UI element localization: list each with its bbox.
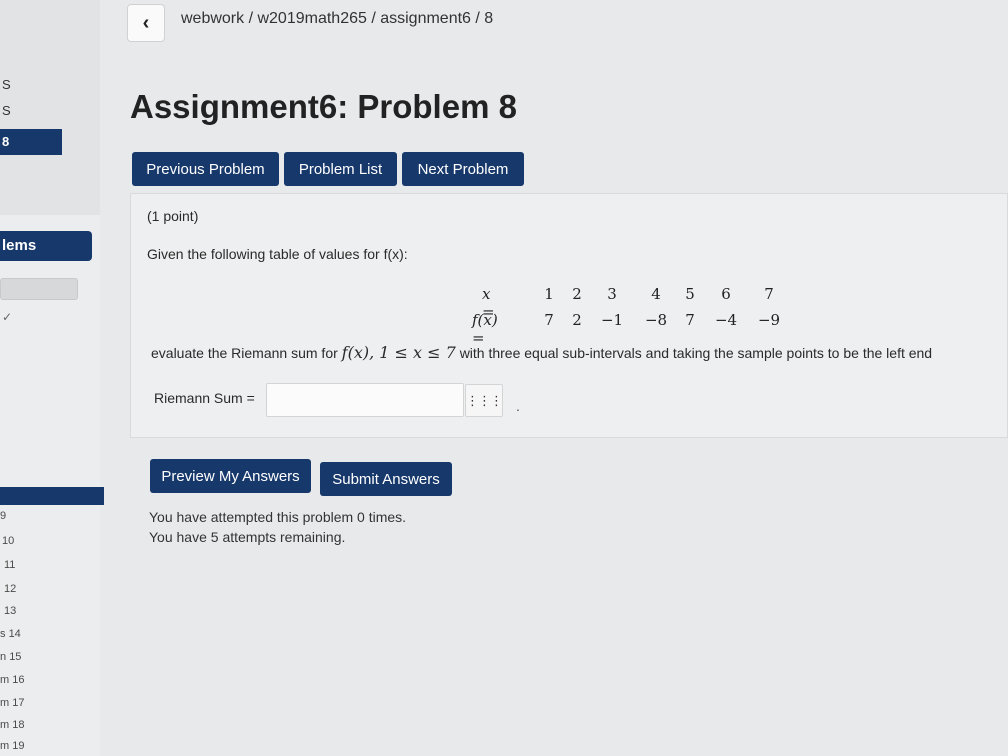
sidebar-prefix: m xyxy=(0,697,10,709)
instruction-suffix: with three equal sub-intervals and takin… xyxy=(459,345,933,361)
remaining-message: You have 5 attempts remaining. xyxy=(149,529,346,545)
sidebar-item-17[interactable]: m 17 xyxy=(0,697,24,709)
sidebar-prefix: m xyxy=(0,719,10,731)
table-cell-fx: 2 xyxy=(572,311,582,329)
table-cell-fx: 7 xyxy=(685,311,695,329)
instruction-math: f(x), 1 ≤ x ≤ 7 xyxy=(341,343,456,362)
sidebar-item-15[interactable]: n 15 xyxy=(0,651,21,663)
sidebar-search-input[interactable] xyxy=(0,278,78,300)
sidebar-prefix: n xyxy=(0,651,7,663)
chevron-left-icon: ‹ xyxy=(142,11,150,34)
answer-period: . xyxy=(516,398,520,414)
sidebar: S S 8 lems ✓ 9 10 11 12 13 s 14 n 15 m 1… xyxy=(0,0,104,756)
sidebar-prefix: m xyxy=(0,674,10,686)
sidebar-letter: S xyxy=(2,77,11,92)
instruction-prefix: evaluate the Riemann sum for xyxy=(151,345,338,361)
table-cell-x: 6 xyxy=(721,285,731,303)
sidebar-top-panel xyxy=(0,0,100,215)
page-title: Assignment6: Problem 8 xyxy=(130,88,517,125)
breadcrumb: webwork / w2019math265 / assignment6 / 8 xyxy=(181,10,494,27)
sidebar-prefix: m xyxy=(0,740,10,752)
problem-instruction: evaluate the Riemann sum for f(x), 1 ≤ x… xyxy=(151,343,932,362)
sidebar-item-19[interactable]: m 19 xyxy=(0,740,24,752)
riemann-sum-input[interactable] xyxy=(266,383,464,417)
sidebar-letter: S xyxy=(2,103,11,118)
table-cell-fx: −1 xyxy=(600,311,624,329)
sidebar-item-13[interactable]: 13 xyxy=(4,605,16,617)
equation-editor-button[interactable]: ⋮⋮⋮ xyxy=(465,384,503,417)
grid-icon: ⋮⋮⋮ xyxy=(466,393,503,408)
preview-answers-button[interactable]: Preview My Answers xyxy=(150,459,311,493)
sidebar-prefix: s xyxy=(0,628,6,640)
sidebar-item-11[interactable]: 11 xyxy=(4,559,15,571)
table-cell-fx: −4 xyxy=(714,311,738,329)
table-cell-x: 1 xyxy=(544,285,554,303)
sidebar-item-14[interactable]: s 14 xyxy=(0,628,21,640)
sidebar-number: 17 xyxy=(12,697,25,709)
sidebar-item-16[interactable]: m 16 xyxy=(0,674,24,686)
sidebar-item-12[interactable]: 12 xyxy=(4,583,16,595)
sidebar-item-10[interactable]: 10 xyxy=(2,535,14,547)
sidebar-number: 15 xyxy=(9,651,22,663)
table-cell-x: 2 xyxy=(572,285,582,303)
table-row-label-fx: f(x) = xyxy=(472,311,498,347)
sidebar-number: 14 xyxy=(8,628,21,640)
sidebar-item-active[interactable] xyxy=(0,487,104,505)
table-cell-fx: −8 xyxy=(644,311,668,329)
sidebar-problems-button[interactable]: lems xyxy=(0,231,92,261)
next-problem-button[interactable]: Next Problem xyxy=(402,152,524,186)
answer-label: Riemann Sum = xyxy=(154,390,255,406)
attempts-message: You have attempted this problem 0 times. xyxy=(149,509,407,525)
submit-answers-button[interactable]: Submit Answers xyxy=(320,462,452,496)
back-button[interactable]: ‹ xyxy=(127,4,165,42)
problem-statement: Given the following table of values for … xyxy=(147,246,408,262)
table-cell-x: 4 xyxy=(651,285,661,303)
previous-problem-button[interactable]: Previous Problem xyxy=(132,152,279,186)
sidebar-item-9[interactable]: 9 xyxy=(0,510,6,522)
sidebar-number: 19 xyxy=(12,740,25,752)
sidebar-number: 16 xyxy=(12,674,25,686)
problem-list-button[interactable]: Problem List xyxy=(284,152,397,186)
sidebar-item-18[interactable]: m 18 xyxy=(0,719,24,731)
table-cell-x: 7 xyxy=(764,285,774,303)
sidebar-item-label: 8 xyxy=(2,134,10,149)
check-icon: ✓ xyxy=(2,310,13,324)
sidebar-item-label: lems xyxy=(2,237,37,254)
problem-points: (1 point) xyxy=(147,208,199,224)
table-cell-fx: 7 xyxy=(544,311,554,329)
sidebar-item-current[interactable]: 8 xyxy=(0,129,62,155)
table-cell-x: 3 xyxy=(607,285,617,303)
sidebar-number: 18 xyxy=(12,719,25,731)
table-cell-fx: −9 xyxy=(757,311,781,329)
table-cell-x: 5 xyxy=(685,285,695,303)
